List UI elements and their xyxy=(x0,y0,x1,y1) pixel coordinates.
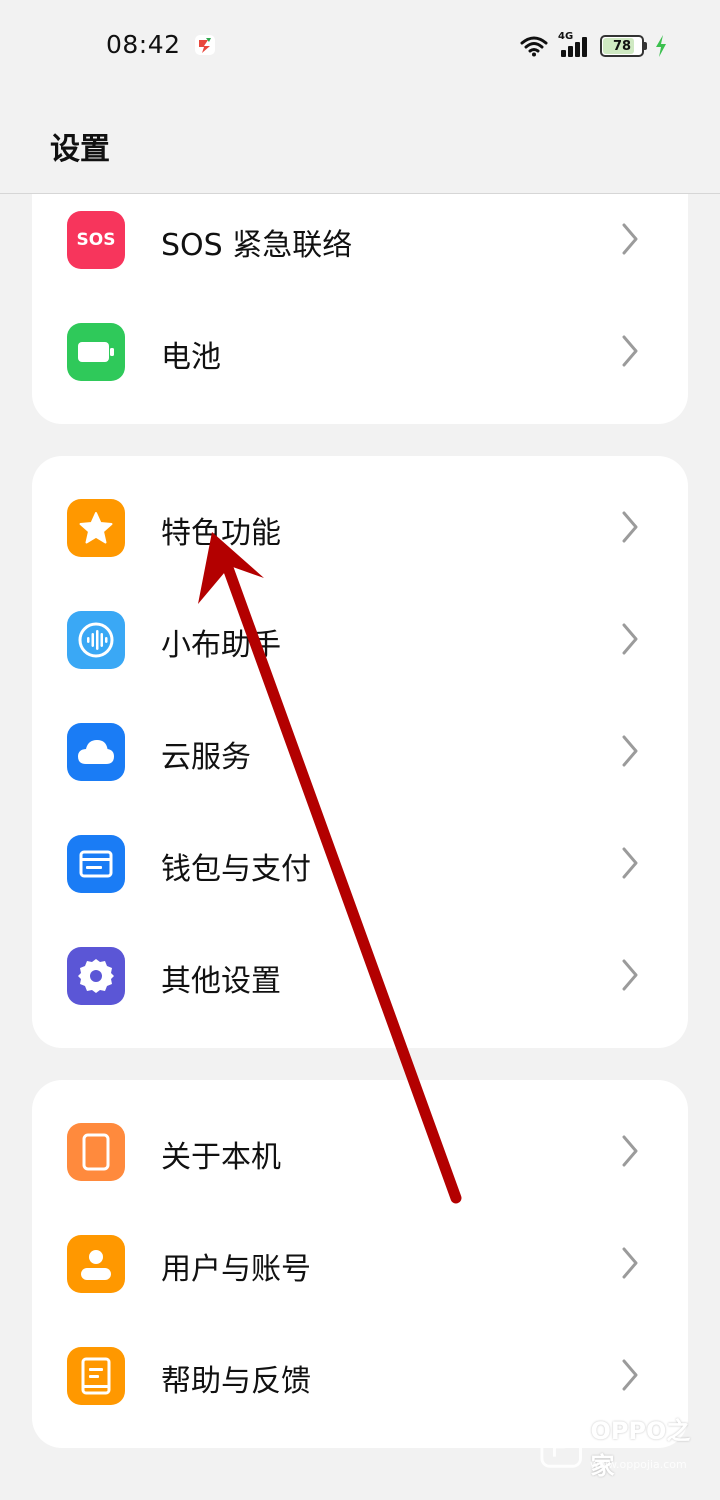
watermark-subtext: www.oppojia.com xyxy=(590,1458,687,1471)
user-icon xyxy=(67,1235,125,1293)
user-account-row[interactable]: 用户与账号 xyxy=(32,1208,688,1320)
other-settings-row[interactable]: 其他设置 xyxy=(32,920,688,1032)
chevron-right-icon xyxy=(622,1359,638,1391)
wallet-payment-row[interactable]: 钱包与支付 xyxy=(32,808,688,920)
chevron-right-icon xyxy=(622,223,638,255)
sos-icon: SOS xyxy=(67,211,125,269)
gear-icon xyxy=(67,947,125,1005)
row-label: 电池 xyxy=(161,340,221,375)
row-label: SOS 紧急联络 xyxy=(161,228,353,263)
watermark: OPPO之家 www.oppojia.com xyxy=(540,1414,710,1480)
row-label: 帮助与反馈 xyxy=(161,1364,311,1399)
status-indicators: 4G 78 xyxy=(520,30,668,62)
sos-icon-text: SOS xyxy=(76,230,116,250)
chevron-right-icon xyxy=(622,335,638,367)
star-icon xyxy=(67,499,125,557)
cloud-service-row[interactable]: 云服务 xyxy=(32,696,688,808)
wallet-icon xyxy=(67,835,125,893)
row-label: 关于本机 xyxy=(161,1140,281,1175)
phone-icon xyxy=(67,1123,125,1181)
status-time: 08:42 xyxy=(106,30,181,59)
cellular-signal: 4G xyxy=(558,31,590,58)
row-label: 云服务 xyxy=(161,740,251,775)
settings-group-2: 特色功能 小布助手 云服务 钱包与支付 其他设置 xyxy=(32,456,688,1048)
chevron-right-icon xyxy=(622,623,638,655)
row-label: 钱包与支付 xyxy=(161,852,311,887)
row-label: 特色功能 xyxy=(161,516,281,551)
breeno-assistant-row[interactable]: 小布助手 xyxy=(32,584,688,696)
settings-group-3: 关于本机 用户与账号 帮助与反馈 xyxy=(32,1080,688,1448)
page-title: 设置 xyxy=(50,132,110,167)
chevron-right-icon xyxy=(622,1135,638,1167)
chevron-right-icon xyxy=(622,847,638,879)
wifi-icon xyxy=(520,36,548,57)
app-notification-icon xyxy=(195,35,215,55)
chevron-right-icon xyxy=(622,959,638,991)
battery-icon xyxy=(67,323,125,381)
help-book-icon xyxy=(67,1347,125,1405)
chevron-right-icon xyxy=(622,735,638,767)
battery-row[interactable]: 电池 xyxy=(32,296,688,408)
signal-bars-icon xyxy=(561,37,587,57)
battery-indicator: 78 xyxy=(600,35,647,57)
settings-group-1: SOS SOS 紧急联络 电池 xyxy=(32,194,688,424)
about-phone-row[interactable]: 关于本机 xyxy=(32,1096,688,1208)
chevron-right-icon xyxy=(622,1247,638,1279)
watermark-logo-icon xyxy=(540,1424,582,1468)
sos-emergency-row[interactable]: SOS SOS 紧急联络 xyxy=(32,184,688,296)
status-bar: 08:42 4G 78 xyxy=(0,0,720,90)
row-label: 其他设置 xyxy=(161,964,281,999)
row-label: 用户与账号 xyxy=(161,1252,311,1287)
row-label: 小布助手 xyxy=(161,628,281,663)
battery-percentage: 78 xyxy=(612,38,632,54)
charging-bolt-icon xyxy=(656,35,666,57)
cloud-icon xyxy=(67,723,125,781)
special-features-row[interactable]: 特色功能 xyxy=(32,472,688,584)
chevron-right-icon xyxy=(622,511,638,543)
voice-assistant-icon xyxy=(67,611,125,669)
